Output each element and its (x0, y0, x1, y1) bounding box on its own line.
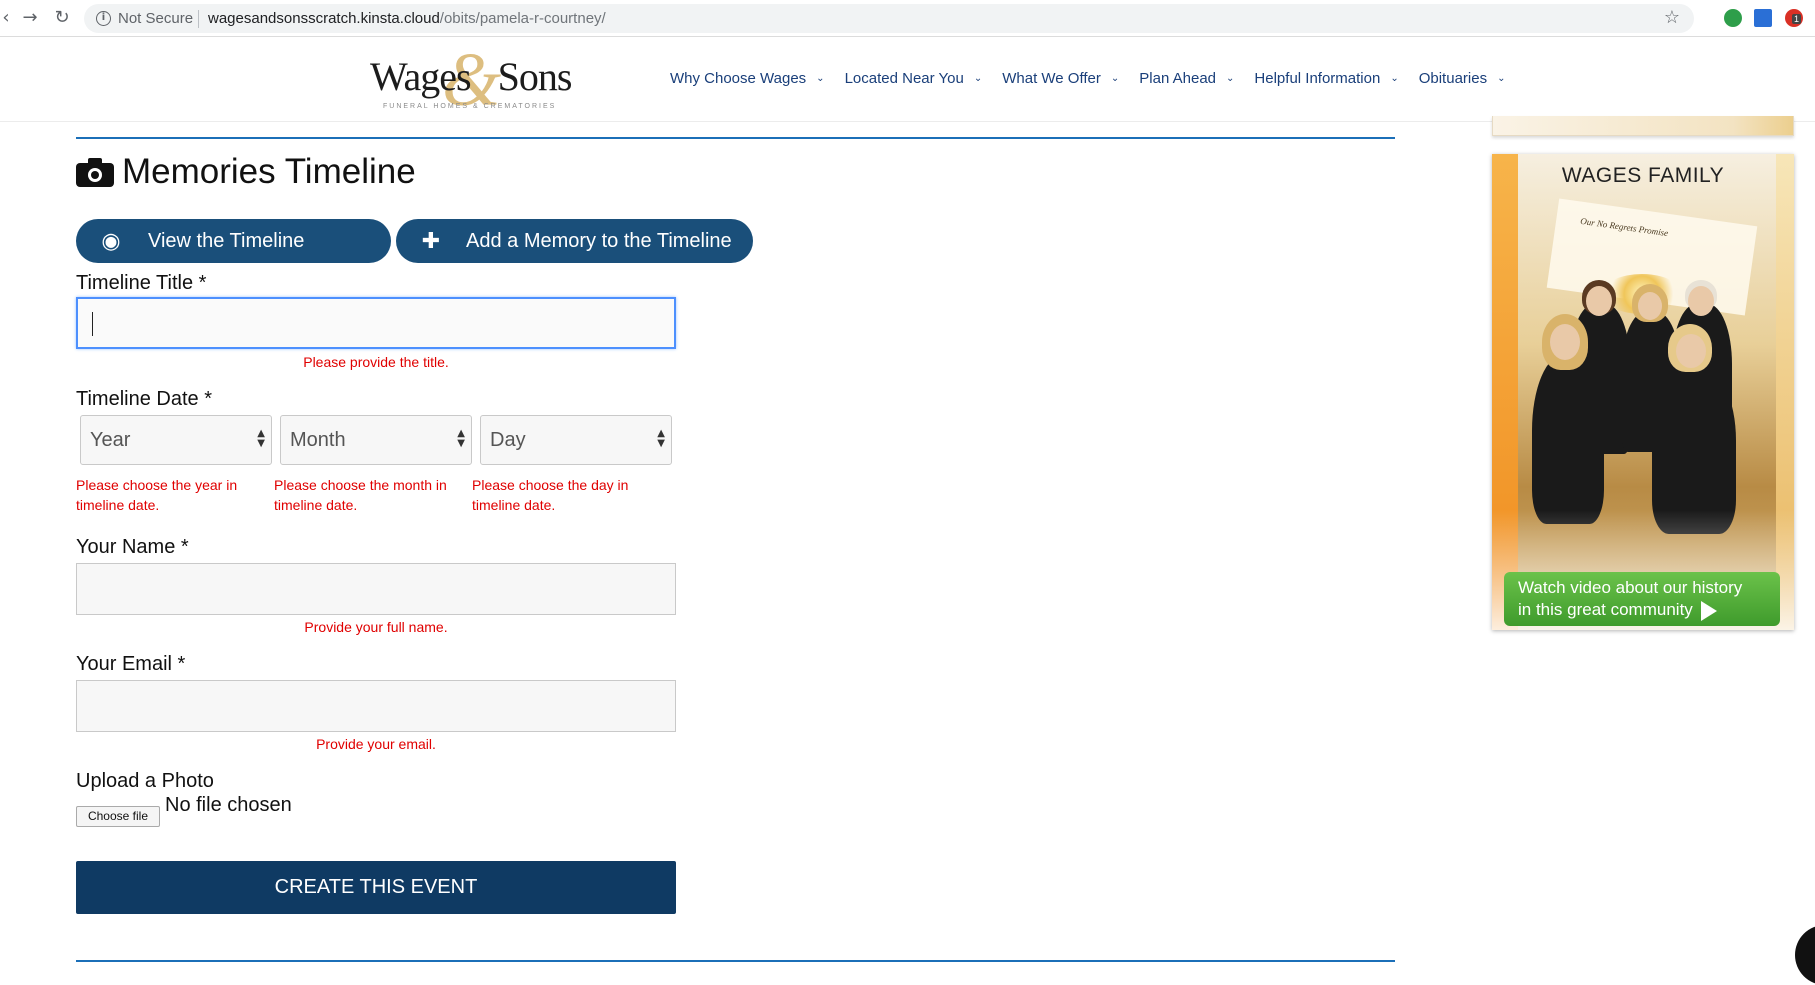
choose-file-button[interactable]: Choose file (76, 806, 160, 827)
nav-located-near-you[interactable]: Located Near You ⌄ (845, 70, 983, 87)
section-heading: Memories Timeline (76, 152, 416, 192)
upload-photo-label: Upload a Photo (76, 770, 214, 792)
sidebar-widget-previous (1492, 116, 1794, 136)
chevron-down-icon: ⌄ (1110, 73, 1120, 84)
timeline-title-label: Timeline Title * (76, 272, 207, 294)
site-logo[interactable]: & Wages Sons FUNERAL HOMES & CREMATORIES (370, 38, 572, 122)
nav-what-we-offer[interactable]: What We Offer ⌄ (1002, 70, 1119, 87)
extension-blue-icon[interactable] (1754, 9, 1772, 27)
page-title: Memories Timeline (122, 152, 416, 191)
timeline-date-label: Timeline Date * (76, 388, 212, 410)
nav-label: Obituaries (1418, 70, 1488, 87)
year-select-value: Year (90, 429, 131, 451)
bottom-divider (76, 960, 1395, 962)
your-name-label: Your Name * (76, 536, 189, 558)
add-memory-button[interactable]: ✚ Add a Memory to the Timeline (396, 219, 753, 263)
day-select[interactable]: Day ▲ ▼ (480, 415, 672, 465)
year-select[interactable]: Year ▲ ▼ (80, 415, 272, 465)
extension-green-icon[interactable] (1724, 9, 1742, 27)
info-icon[interactable]: i (96, 11, 111, 26)
nav-label: Why Choose Wages (670, 70, 807, 87)
your-email-input[interactable] (76, 680, 676, 732)
chevron-down-icon: ⌄ (1390, 73, 1399, 84)
reload-icon[interactable]: ↻ (50, 6, 74, 30)
plus-icon: ✚ (421, 228, 441, 254)
nav-why-choose-wages[interactable]: Why Choose Wages ⌄ (670, 70, 825, 87)
play-icon (1700, 600, 1717, 621)
name-error: Provide your full name. (304, 619, 448, 635)
url-path: /obits/pamela-r-courtney/ (439, 10, 606, 27)
cta-line-1: Watch video about our history (1518, 578, 1743, 597)
nav-obituaries[interactable]: Obituaries ⌄ (1419, 70, 1506, 87)
watch-video-button[interactable]: Watch video about our history in this gr… (1504, 572, 1780, 626)
url-host: wagesandsonsscratch.kinsta.cloud (208, 10, 440, 27)
chevron-down-icon: ⌄ (973, 73, 983, 84)
address-divider (198, 10, 199, 28)
month-select[interactable]: Month ▲ ▼ (280, 415, 472, 465)
camera-icon (76, 157, 114, 187)
chevron-down-icon: ⌄ (1226, 73, 1235, 84)
create-event-label: CREATE THIS EVENT (274, 876, 478, 898)
day-error: Please choose the day in timeline date. (472, 477, 629, 513)
select-arrows-icon: ▲ ▼ (657, 428, 665, 449)
your-email-label: Your Email * (76, 653, 186, 675)
view-timeline-label: View the Timeline (148, 229, 305, 252)
address-bar[interactable]: i Not Secure wagesandsonsscratch.kinsta.… (84, 4, 1694, 33)
extension-badge: 1 (1792, 14, 1802, 24)
bookmark-star-icon[interactable]: ☆ (1664, 7, 1680, 28)
year-error: Please choose the year in timeline date. (76, 477, 238, 513)
nav-label: Helpful Information (1254, 70, 1381, 87)
nav-plan-ahead[interactable]: Plan Ahead ⌄ (1139, 70, 1234, 87)
url-text[interactable]: wagesandsonsscratch.kinsta.cloud/obits/p… (208, 10, 606, 27)
eye-icon: ◉ (101, 228, 121, 254)
cta-line-2: in this great community (1518, 600, 1693, 619)
chevron-down-icon: ⌄ (816, 73, 825, 84)
add-memory-label: Add a Memory to the Timeline (466, 229, 732, 252)
view-timeline-button[interactable]: ◉ View the Timeline (76, 219, 391, 263)
nav-label: What We Offer (1002, 70, 1101, 87)
wages-family-ad[interactable]: WAGES FAMILY Our No Regrets Promise Watc… (1492, 154, 1794, 630)
select-arrows-icon: ▲ ▼ (457, 428, 465, 449)
month-select-value: Month (290, 429, 346, 451)
extension-red-icon[interactable]: 1 (1785, 9, 1803, 27)
forward-arrow-icon[interactable]: → (18, 6, 42, 30)
your-name-input[interactable] (76, 563, 676, 615)
chat-widget-icon[interactable] (1795, 925, 1815, 985)
ad-title: WAGES FAMILY (1561, 164, 1725, 187)
file-status: No file chosen (165, 794, 292, 816)
back-arrow-icon[interactable]: ‹ (0, 6, 18, 30)
site-header: & Wages Sons FUNERAL HOMES & CREMATORIES… (0, 37, 1815, 122)
month-error: Please choose the month in timeline date… (274, 477, 447, 513)
nav-label: Located Near You (844, 70, 964, 87)
logo-tagline: FUNERAL HOMES & CREMATORIES (383, 103, 557, 110)
main-navigation: Why Choose Wages ⌄ Located Near You ⌄ What… (670, 70, 1525, 87)
nav-helpful-information[interactable]: Helpful Information ⌄ (1254, 70, 1398, 87)
title-error: Please provide the title. (303, 354, 449, 370)
day-select-value: Day (490, 429, 526, 451)
top-divider (76, 137, 1395, 139)
email-error: Provide your email. (316, 736, 436, 752)
select-arrows-icon: ▲ ▼ (257, 428, 265, 449)
chevron-down-icon: ⌄ (1497, 73, 1506, 84)
create-event-button[interactable]: CREATE THIS EVENT (76, 861, 676, 914)
logo-wordmark: Wages Sons (370, 54, 572, 99)
browser-toolbar: ‹ → ↻ i Not Secure wagesandsonsscratch.k… (0, 0, 1815, 37)
nav-label: Plan Ahead (1139, 70, 1217, 87)
security-label[interactable]: Not Secure (118, 10, 193, 27)
text-caret (92, 312, 93, 336)
timeline-title-input[interactable] (76, 297, 676, 349)
